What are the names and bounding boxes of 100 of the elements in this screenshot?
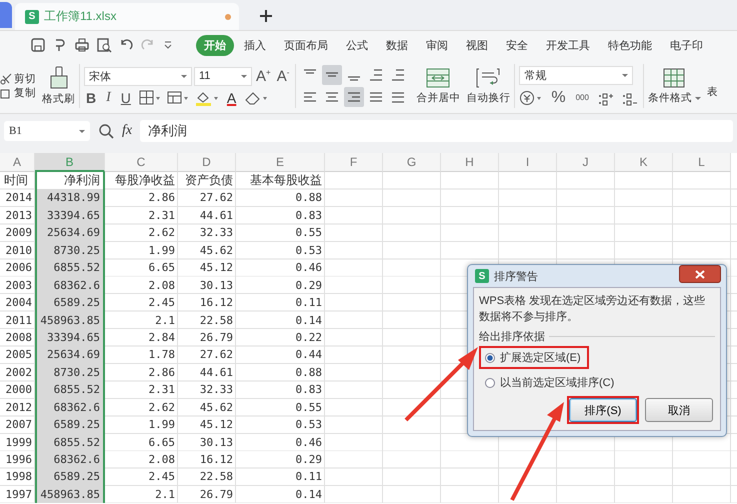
currency-icon[interactable] <box>519 90 544 106</box>
column-header[interactable]: E <box>236 153 325 172</box>
table-cell: 33394.65 <box>35 328 105 346</box>
scissors-icon <box>0 73 12 85</box>
table-cell: 8730.25 <box>35 242 105 260</box>
menu-tab[interactable]: 视图 <box>458 34 496 56</box>
copy-button[interactable]: 复制 <box>0 86 36 100</box>
new-tab-icon[interactable] <box>259 9 273 23</box>
table-cell: 6589.25 <box>35 468 105 486</box>
dropdown-icon[interactable] <box>162 39 174 51</box>
print-preview-icon[interactable] <box>96 37 112 53</box>
group-label: 给出排序依据 <box>479 330 545 344</box>
cell-style-icon[interactable] <box>166 90 189 106</box>
table-cell: 净利润 <box>35 172 105 190</box>
menu-tab[interactable]: 开发工具 <box>538 34 598 56</box>
copy-icon <box>0 87 12 99</box>
table-cell-text: 2009 <box>4 225 33 242</box>
percent-button[interactable]: % <box>549 88 568 106</box>
bold-button[interactable]: B <box>84 90 98 106</box>
table-cell-text: 16.12 <box>198 295 234 312</box>
menu-tab[interactable]: 安全 <box>498 34 536 56</box>
menu-tab[interactable]: 公式 <box>338 34 376 56</box>
table-cell-text: 2.31 <box>148 382 176 398</box>
menu-tab[interactable]: 电子印 <box>662 34 711 56</box>
menu-tab[interactable]: 插入 <box>236 34 274 56</box>
column-header[interactable]: K <box>615 153 673 172</box>
cancel-button[interactable]: 取消 <box>645 398 713 422</box>
table-cell-text: 0.29 <box>294 278 323 294</box>
column-header[interactable]: L <box>673 153 731 172</box>
table-cell-text: 32.33 <box>198 382 234 398</box>
save-icon[interactable] <box>30 37 46 53</box>
column-header[interactable]: C <box>105 153 178 172</box>
column-header[interactable]: H <box>441 153 499 172</box>
radio-option[interactable]: 扩展选定区域(E) <box>481 348 587 367</box>
menu-tab[interactable]: 页面布局 <box>276 34 336 56</box>
conditional-format-button[interactable]: 条件格式 <box>648 67 701 105</box>
underline-button[interactable]: U <box>118 90 133 106</box>
table-cell-text: 0.46 <box>294 434 323 451</box>
align-right-icon[interactable] <box>344 87 364 107</box>
table-cell-text: 2.86 <box>148 190 176 206</box>
function-label[interactable]: fx <box>122 123 132 139</box>
table-cell-text: 2.1 <box>154 486 176 503</box>
menu-tab[interactable]: 数据 <box>378 34 416 56</box>
table-cell-text: 30.13 <box>198 278 234 294</box>
home-tab[interactable] <box>0 2 12 28</box>
cut-button[interactable]: 剪切 <box>0 72 36 86</box>
wrap-text-icon <box>475 67 502 89</box>
number-format-dropdown[interactable]: 常规 <box>519 66 634 84</box>
table-cell-text: 2.45 <box>148 469 176 486</box>
table-cell-text: 1.99 <box>148 417 176 434</box>
print-icon[interactable] <box>74 37 90 53</box>
column-header[interactable]: J <box>557 153 615 172</box>
menu-tab[interactable]: 特色功能 <box>600 34 660 56</box>
caret-icon <box>79 128 85 134</box>
radio-button[interactable] <box>485 352 495 362</box>
format-painter-button[interactable]: 格式刷 <box>42 66 75 106</box>
table-cell-text: 2010 <box>4 242 33 259</box>
paintbrush-icon <box>48 66 70 90</box>
name-box[interactable]: B1 <box>4 121 90 141</box>
font-size-step-button[interactable]: A$^{+}$ <box>254 68 273 84</box>
zoom-search-icon[interactable] <box>98 123 114 139</box>
column-header[interactable]: D <box>178 153 236 172</box>
table-cell-text: 1998 <box>4 469 33 486</box>
table-cell-text: 45.62 <box>198 400 234 416</box>
table-cell-text: 2.1 <box>154 312 176 328</box>
table-cell: 6589.25 <box>35 416 105 434</box>
eraser-icon[interactable] <box>244 90 268 106</box>
table-cell: 6855.52 <box>35 381 105 399</box>
font-color-button[interactable]: A <box>224 90 238 106</box>
formula-field[interactable]: 净利润 <box>140 120 733 142</box>
table-cell-text: 26.79 <box>198 486 234 503</box>
align-middle-icon[interactable] <box>322 65 342 85</box>
table-cell-text: 2.45 <box>148 295 176 312</box>
merge-center-button[interactable]: 合并居中 <box>416 67 460 105</box>
radio-button[interactable] <box>485 378 495 388</box>
table-cell-text: 1996 <box>4 452 33 468</box>
font-size-dropdown[interactable]: 11 <box>194 66 252 86</box>
font-name-dropdown[interactable]: 宋体 <box>84 66 192 86</box>
column-header[interactable]: I <box>499 153 557 172</box>
table-cell: 44318.99 <box>35 189 105 207</box>
table-cell: 68362.6 <box>35 451 105 468</box>
column-header[interactable]: G <box>383 153 441 172</box>
sort-button[interactable]: 排序(S) <box>569 398 637 422</box>
radio-option[interactable]: 以当前选定区域排序(C) <box>481 373 620 392</box>
wrap-text-button[interactable]: 自动换行 <box>466 67 510 105</box>
borders-icon[interactable] <box>138 90 161 106</box>
menu-tab[interactable]: 审阅 <box>418 34 456 56</box>
table-cell-text: 6.65 <box>148 434 176 451</box>
fill-color-icon[interactable] <box>194 90 219 106</box>
table-cell-text: 0.44 <box>294 347 323 364</box>
italic-button[interactable]: I <box>104 90 113 106</box>
column-header[interactable]: A <box>0 153 35 172</box>
table-cell-text: 16.12 <box>198 452 234 468</box>
font-size-step-button[interactable]: A$^{-}$ <box>274 68 292 84</box>
close-button[interactable] <box>679 265 721 283</box>
thousands-button[interactable]: 000 <box>574 93 591 102</box>
column-header[interactable]: F <box>325 153 383 172</box>
table-cell-text: 0.55 <box>294 400 323 416</box>
ribbon-label[interactable]: 表 <box>706 85 718 99</box>
table-cell-text: 2007 <box>4 417 33 434</box>
